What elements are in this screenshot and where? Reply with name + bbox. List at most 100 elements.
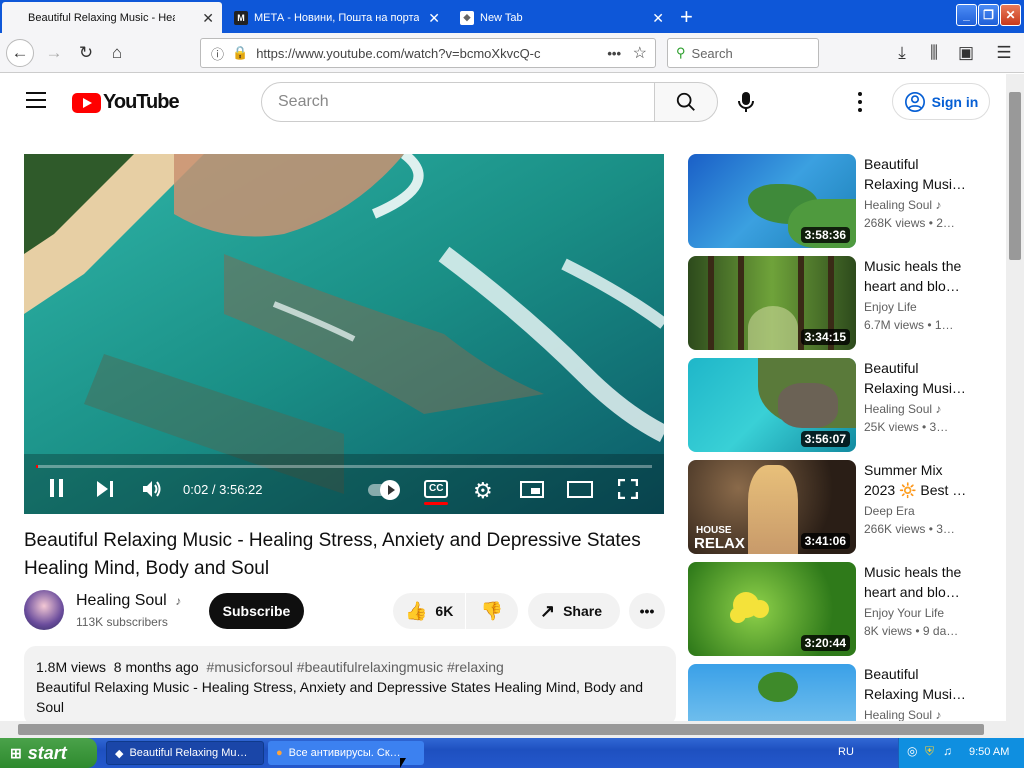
- horizontal-scrollbar[interactable]: [0, 721, 1006, 738]
- dislike-button[interactable]: 👎: [466, 593, 518, 629]
- next-icon[interactable]: [96, 480, 114, 503]
- recommendation-title[interactable]: Music heals the heart and blo…: [864, 562, 972, 602]
- channel-name[interactable]: Healing Soul ♪: [76, 592, 181, 610]
- autoplay-toggle[interactable]: [368, 480, 400, 500]
- vertical-scrollbar[interactable]: [1006, 74, 1024, 738]
- network-icon[interactable]: ◎: [907, 744, 917, 758]
- pause-icon[interactable]: [50, 479, 63, 502]
- video-duration: 3:20:44: [800, 635, 850, 651]
- recommendation-title[interactable]: Beautiful Relaxing Musi…: [864, 154, 972, 194]
- recommendation-views: 25K views • 3…: [864, 420, 949, 434]
- video-thumbnail[interactable]: 3:58:36: [688, 154, 856, 248]
- youtube-search-button[interactable]: [654, 82, 718, 122]
- recommendation-title[interactable]: Beautiful Relaxing Musi…: [864, 664, 972, 704]
- browser-tab-bar: Beautiful Relaxing Music - Healing ✕ M М…: [0, 0, 1024, 33]
- channel-avatar[interactable]: [24, 590, 64, 630]
- close-tab-icon[interactable]: ✕: [202, 10, 214, 27]
- search-icon: ⚲: [676, 45, 686, 60]
- sign-in-label: Sign in: [931, 93, 979, 110]
- menu-icon[interactable]: ☰: [990, 39, 1018, 67]
- tab-new[interactable]: ◆ New Tab ✕: [452, 2, 672, 33]
- captions-button[interactable]: CC: [424, 480, 449, 505]
- tab-youtube[interactable]: Beautiful Relaxing Music - Healing ✕: [2, 2, 222, 33]
- language-indicator[interactable]: RU: [838, 746, 854, 758]
- video-duration: 3:34:15: [800, 329, 850, 345]
- home-icon[interactable]: ⌂: [103, 39, 131, 67]
- new-tab-icon[interactable]: +: [680, 4, 693, 30]
- video-title: Beautiful Relaxing Music - Healing Stres…: [24, 530, 641, 579]
- volume-icon[interactable]: [142, 479, 164, 504]
- recommendation-item[interactable]: 3:34:15 Music heals the heart and blo… E…: [688, 256, 978, 350]
- recommendation-title[interactable]: Summer Mix 2023 🔆 Best …: [864, 460, 972, 500]
- clock: 9:50 AM: [969, 746, 1010, 758]
- bookmark-star-icon[interactable]: ☆: [633, 43, 647, 63]
- video-thumbnail[interactable]: HOUSE RELAX 3:41:06: [688, 460, 856, 554]
- reload-icon[interactable]: ↻: [72, 39, 100, 67]
- recommendation-title[interactable]: Music heals the heart and blo…: [864, 256, 972, 296]
- sidebar-icon[interactable]: ▣: [952, 39, 980, 67]
- more-actions-icon[interactable]: •••: [629, 593, 665, 629]
- description-box[interactable]: 1.8M views 8 months ago #musicforsoul #b…: [24, 646, 676, 726]
- youtube-logo[interactable]: YouTube: [72, 91, 180, 114]
- recommendation-views: 8K views • 9 da…: [864, 624, 959, 638]
- share-button[interactable]: ↗ Share: [528, 593, 620, 629]
- info-icon[interactable]: ⓘ: [211, 44, 224, 63]
- theater-mode-icon[interactable]: [567, 481, 593, 498]
- start-label: start: [27, 742, 67, 763]
- download-icon[interactable]: ⤓: [888, 39, 916, 67]
- close-tab-icon[interactable]: ✕: [652, 10, 664, 27]
- minimize-icon[interactable]: _: [956, 4, 977, 26]
- video-thumbnail[interactable]: [688, 664, 856, 721]
- start-button[interactable]: ⊞ start: [0, 738, 97, 768]
- page-actions-icon[interactable]: •••: [607, 46, 621, 61]
- recommendation-title[interactable]: Beautiful Relaxing Musi…: [864, 358, 972, 398]
- video-thumbnail[interactable]: 3:56:07: [688, 358, 856, 452]
- hamburger-menu-icon[interactable]: [26, 92, 46, 108]
- like-button[interactable]: 👍 6K: [393, 593, 465, 629]
- recommendation-views: 6.7M views • 1…: [864, 318, 954, 332]
- microphone-icon[interactable]: [737, 91, 755, 118]
- progress-bar[interactable]: [36, 465, 652, 468]
- music-note-icon: ♪: [935, 198, 942, 212]
- miniplayer-icon[interactable]: [520, 481, 544, 498]
- recommendation-item[interactable]: 3:20:44 Music heals the heart and blo… E…: [688, 562, 978, 656]
- channel-name-text: Healing Soul: [864, 402, 933, 416]
- fullscreen-icon[interactable]: [617, 478, 639, 504]
- scrollbar-thumb[interactable]: [18, 724, 984, 735]
- youtube-header: YouTube Search Sign in: [0, 74, 1006, 130]
- scrollbar-thumb[interactable]: [1009, 92, 1021, 260]
- recommendation-channel: Deep Era: [864, 504, 915, 518]
- library-icon[interactable]: ⫼: [920, 39, 948, 67]
- youtube-search-input[interactable]: Search: [261, 82, 655, 122]
- channel-name-text: Healing Soul: [864, 708, 933, 721]
- shield-icon[interactable]: ⛨: [925, 744, 934, 759]
- recommendation-item[interactable]: 3:56:07 Beautiful Relaxing Musi… Healing…: [688, 358, 978, 452]
- volume-tray-icon[interactable]: ♫: [943, 744, 952, 758]
- back-icon[interactable]: ←: [6, 39, 34, 67]
- description-line: Beautiful Relaxing Music - Healing Stres…: [36, 679, 643, 715]
- subscribe-button[interactable]: Subscribe: [209, 593, 304, 629]
- forward-icon[interactable]: →: [40, 39, 68, 67]
- taskbar-item-youtube[interactable]: ◆ Beautiful Relaxing Mu…: [106, 741, 264, 765]
- subscriber-count: 113K subscribers: [76, 615, 168, 629]
- sign-in-button[interactable]: Sign in: [892, 83, 990, 120]
- browser-search-field[interactable]: ⚲ Search: [667, 38, 819, 68]
- url-bar[interactable]: ⓘ 🔒 https://www.youtube.com/watch?v=bcmo…: [200, 38, 656, 68]
- video-duration: 3:56:07: [800, 431, 850, 447]
- restore-icon[interactable]: ❐: [978, 4, 999, 26]
- video-thumbnail[interactable]: 3:34:15: [688, 256, 856, 350]
- more-options-icon[interactable]: [858, 92, 864, 112]
- url-text[interactable]: https://www.youtube.com/watch?v=bcmoXkvc…: [256, 46, 540, 61]
- recommendation-item[interactable]: Beautiful Relaxing Musi… Healing Soul ♪: [688, 664, 978, 721]
- video-player[interactable]: 0:02 / 3:56:22 CC ⚙: [24, 154, 664, 514]
- tab-meta[interactable]: M МЕТА - Новини, Пошта на портал ✕: [226, 2, 448, 33]
- hashtags[interactable]: #musicforsoul #beautifulrelaxingmusic #r…: [207, 659, 504, 675]
- recommendation-views: 266K views • 3…: [864, 522, 955, 536]
- firefox-icon: ●: [276, 747, 283, 759]
- close-tab-icon[interactable]: ✕: [428, 10, 440, 27]
- close-window-icon[interactable]: ✕: [1000, 4, 1021, 26]
- settings-gear-icon[interactable]: ⚙: [473, 478, 493, 504]
- video-thumbnail[interactable]: 3:20:44: [688, 562, 856, 656]
- recommendation-item[interactable]: HOUSE RELAX 3:41:06 Summer Mix 2023 🔆 Be…: [688, 460, 978, 554]
- recommendation-item[interactable]: 3:58:36 Beautiful Relaxing Musi… Healing…: [688, 154, 978, 248]
